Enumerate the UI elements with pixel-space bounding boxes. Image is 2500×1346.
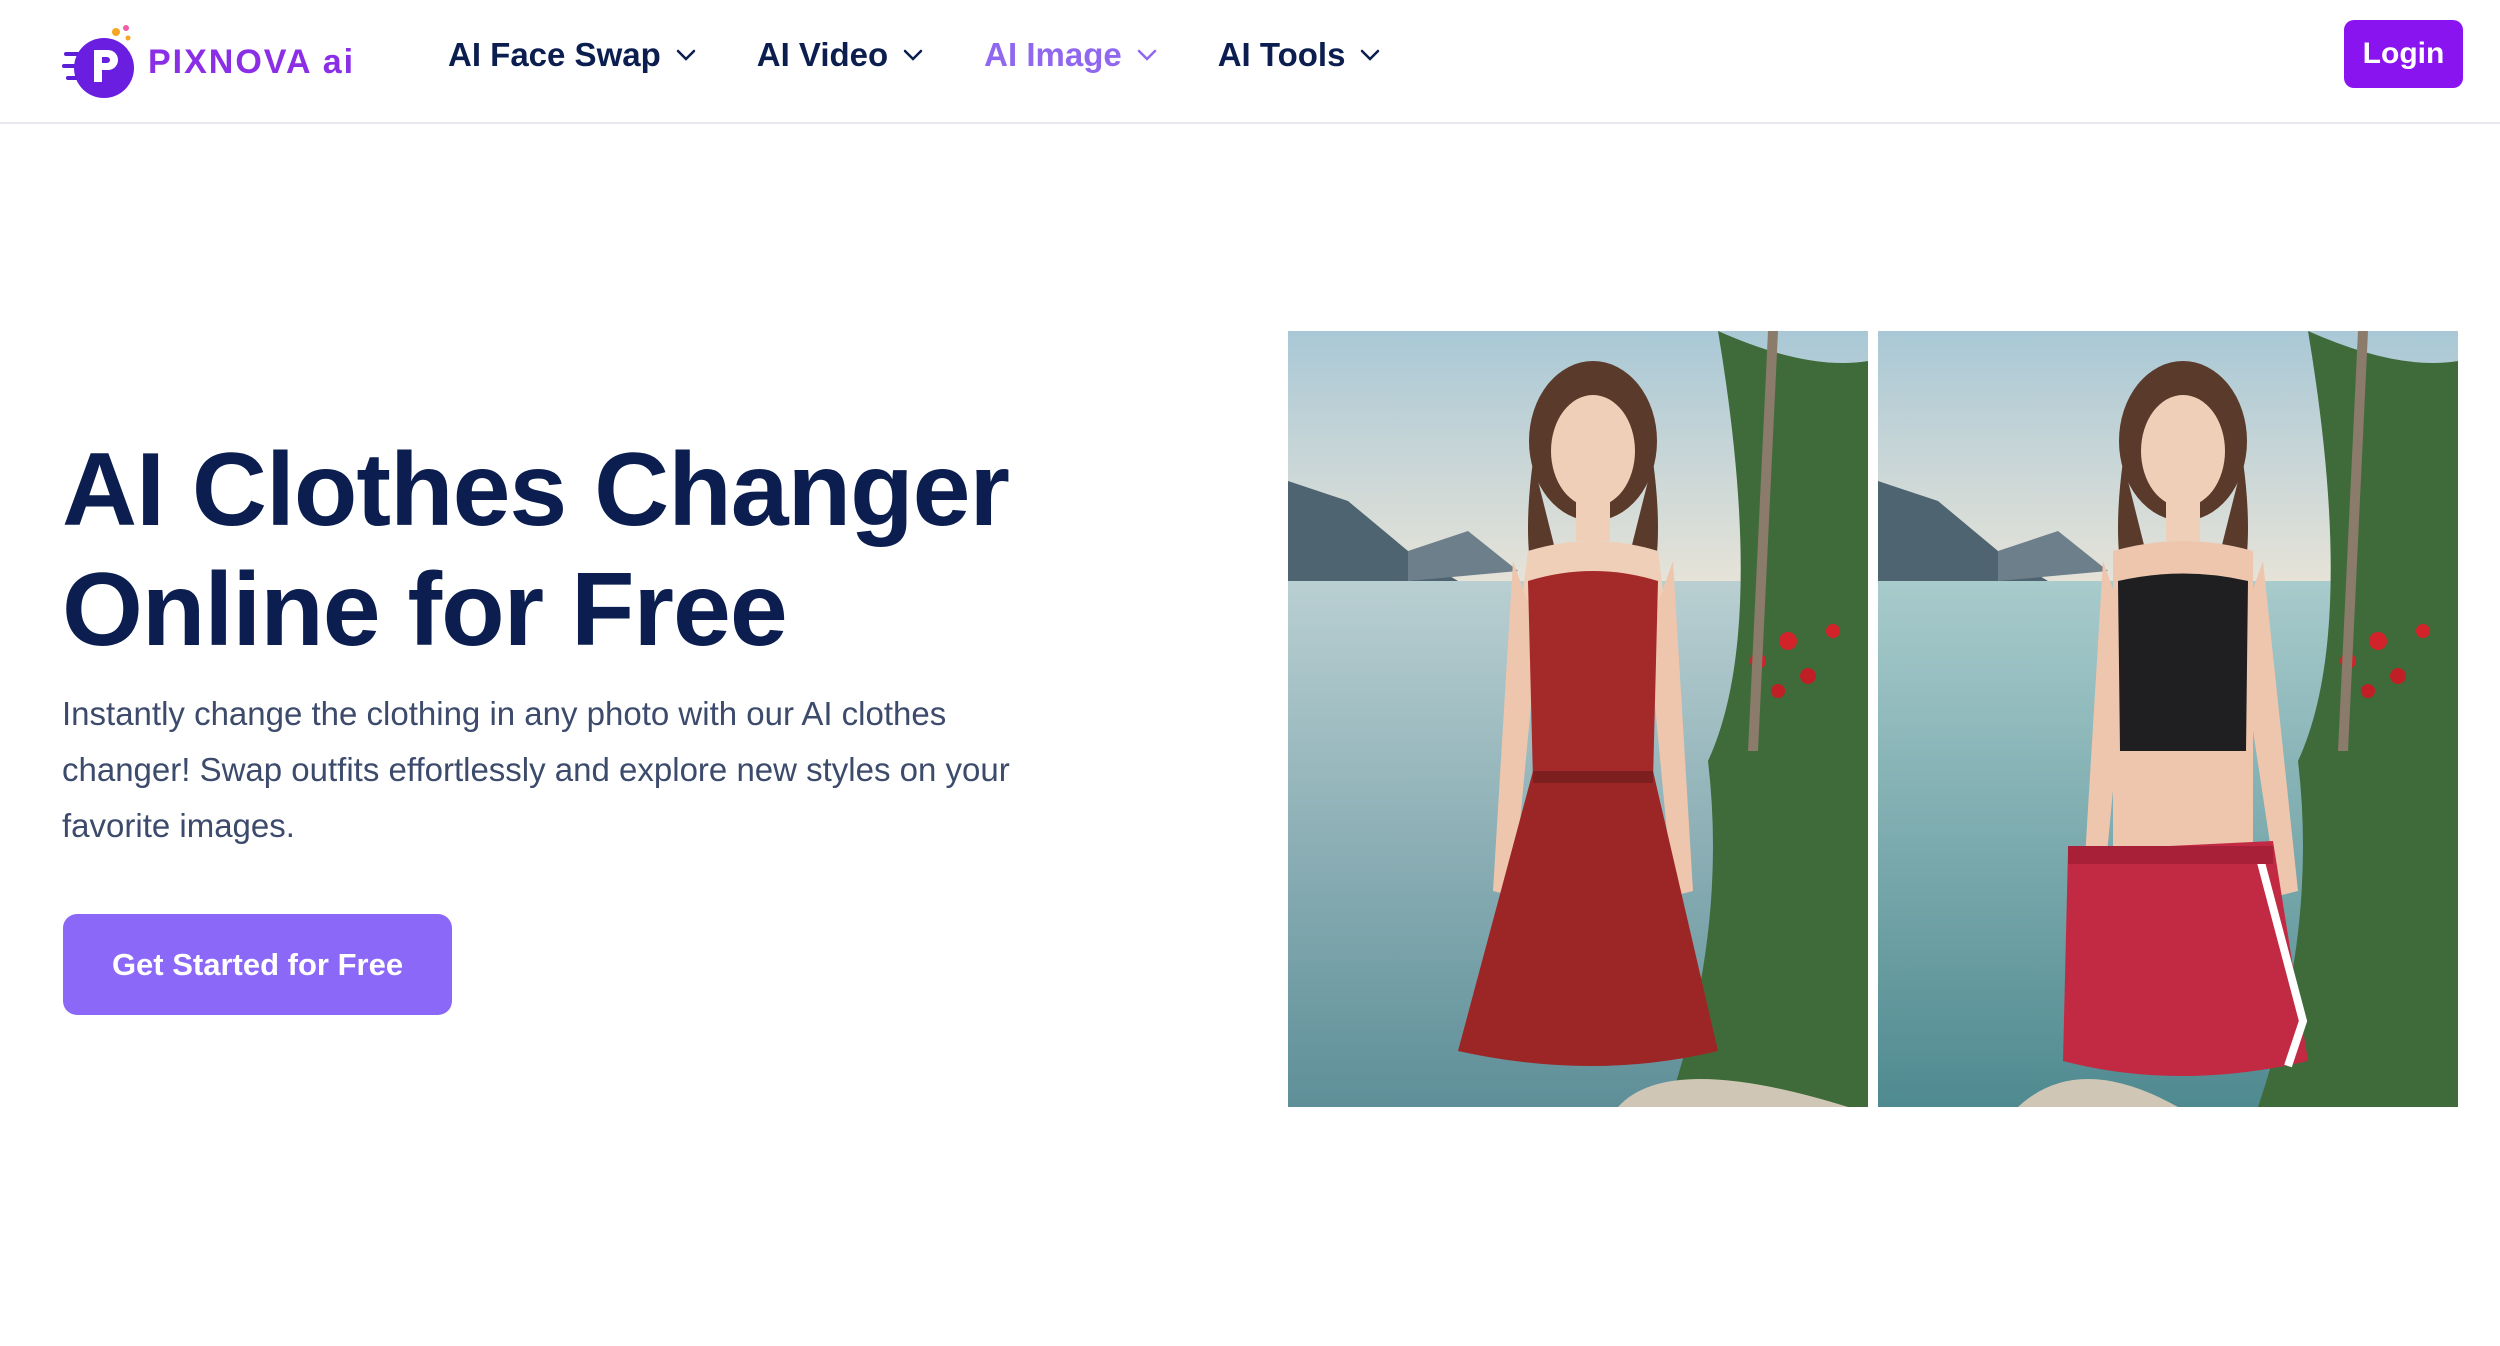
nav-item-ai-face-swap[interactable]: AI Face Swap	[448, 36, 697, 74]
hero-description: Instantly change the clothing in any pho…	[62, 695, 1010, 844]
chevron-down-icon	[1361, 49, 1380, 61]
page-title-line-2: Online for Free	[62, 552, 788, 668]
nav-item-ai-tools[interactable]: AI Tools	[1218, 36, 1382, 74]
nav-item-label: AI Face Swap	[448, 36, 661, 73]
login-button[interactable]: Login	[2344, 20, 2463, 88]
before-image-red-dress	[1288, 331, 1868, 1107]
after-image-crop-top-skirt	[1878, 331, 2458, 1107]
nav-item-label: AI Video	[756, 36, 889, 73]
chevron-down-icon	[1137, 49, 1156, 61]
nav-item-ai-video[interactable]: AI Video	[757, 36, 924, 74]
main-nav: AI Face Swap AI Video AI Image AI Tools	[448, 0, 1441, 110]
chevron-down-icon	[676, 49, 695, 61]
nav-item-label: AI Tools	[1217, 36, 1346, 73]
logo-link[interactable]: PIXNOVA ai	[62, 12, 355, 112]
nav-item-ai-image[interactable]: AI Image	[984, 36, 1158, 74]
page-title-line-1: AI Clothes Changer	[62, 432, 1010, 548]
nav-item-label: AI Image	[984, 36, 1122, 73]
page-title: AI Clothes Changer Online for Free	[62, 430, 1162, 670]
get-started-button[interactable]: Get Started for Free	[63, 914, 452, 1015]
pixnova-logo-icon	[62, 25, 134, 98]
logo-text: PIXNOVA ai	[148, 42, 356, 81]
site-header: PIXNOVA ai AI Face Swap AI Video AI Imag…	[0, 0, 2500, 124]
chevron-down-icon	[903, 49, 923, 61]
